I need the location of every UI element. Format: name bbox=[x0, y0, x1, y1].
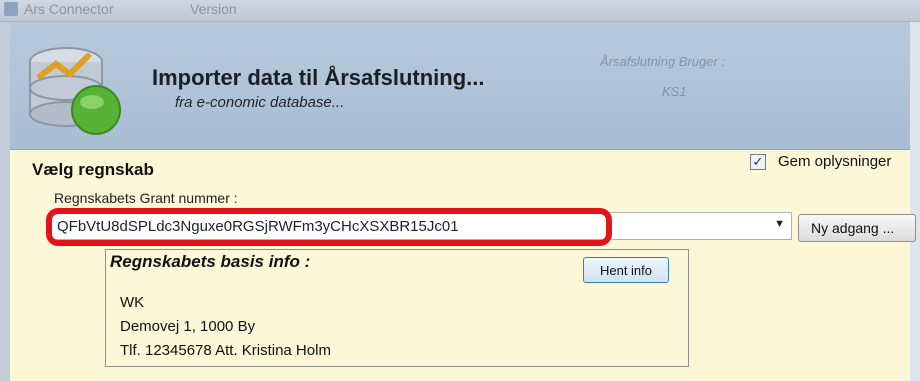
info-line-address: Demovej 1, 1000 By bbox=[120, 318, 256, 335]
window-titlebar: Ars Connector Version bbox=[0, 0, 920, 22]
header-banner: Importer data til Årsafslutning... fra e… bbox=[10, 22, 910, 150]
remember-option[interactable]: ✓ Gem oplysninger bbox=[750, 153, 891, 170]
window-title: Ars Connector bbox=[24, 1, 114, 17]
app-icon bbox=[4, 2, 18, 16]
window-right-border bbox=[910, 22, 920, 381]
form-panel: Vælg regnskab ✓ Gem oplysninger Regnskab… bbox=[10, 150, 916, 381]
fetch-info-button[interactable]: Hent info bbox=[583, 257, 669, 283]
header-subtitle: fra e-conomic database... bbox=[175, 94, 345, 111]
basis-info-box: Regnskabets basis info : Hent info WK De… bbox=[105, 249, 689, 367]
window-version: Version bbox=[190, 1, 237, 17]
highlight-annotation bbox=[46, 208, 612, 246]
info-line-name: WK bbox=[120, 294, 145, 311]
new-access-button[interactable]: Ny adgang ... bbox=[798, 214, 916, 242]
header-title: Importer data til Årsafslutning... bbox=[152, 65, 485, 90]
user-label: Årsafslutning Bruger : bbox=[600, 54, 726, 69]
remember-label: Gem oplysninger bbox=[778, 153, 892, 170]
user-value: KS1 bbox=[662, 84, 687, 99]
grant-number-label: Regnskabets Grant nummer : bbox=[54, 190, 238, 206]
chevron-down-icon[interactable]: ▼ bbox=[774, 218, 785, 230]
check-icon: ✓ bbox=[752, 153, 764, 169]
basis-info-title: Regnskabets basis info : bbox=[110, 252, 311, 271]
info-line-phone: Tlf. 12345678 Att. Kristina Holm bbox=[120, 342, 331, 359]
remember-checkbox[interactable]: ✓ bbox=[750, 153, 766, 170]
window-left-border bbox=[0, 22, 10, 381]
section-title: Vælg regnskab bbox=[32, 160, 154, 179]
database-logo-icon bbox=[29, 47, 121, 135]
